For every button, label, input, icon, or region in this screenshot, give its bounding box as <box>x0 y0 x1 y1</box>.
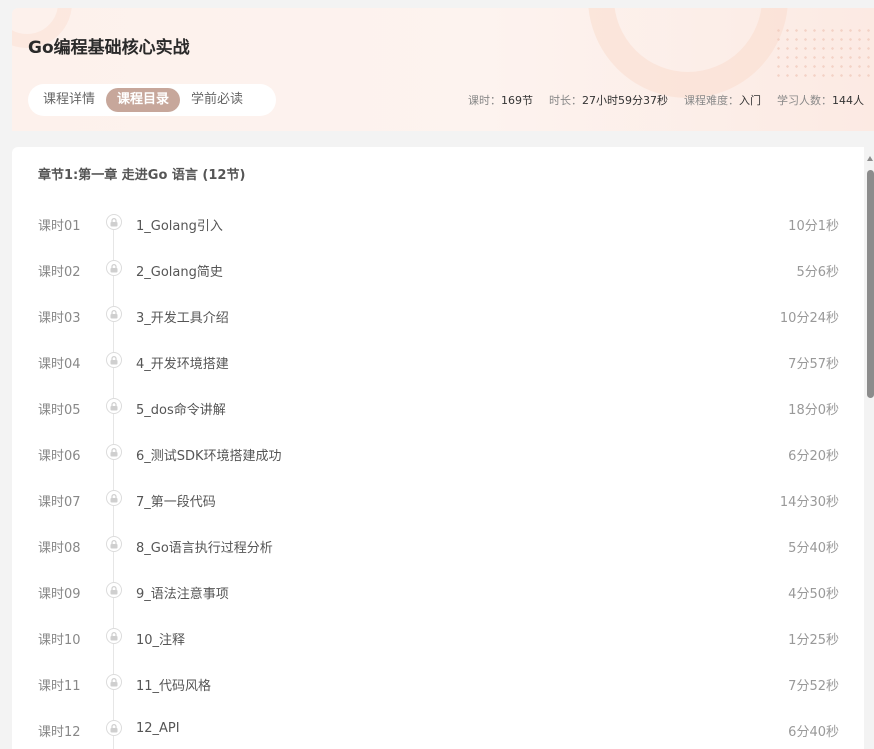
lesson-duration: 7分52秒 <box>788 679 839 694</box>
meta-difficulty: 课程难度：入门 <box>684 94 761 107</box>
lock-icon <box>106 674 122 690</box>
lesson-name[interactable]: 10_注释 <box>136 629 185 648</box>
tab-pre-reading[interactable]: 学前必读 <box>180 88 254 112</box>
lock-icon <box>106 306 122 322</box>
lesson-duration: 10分1秒 <box>788 219 839 234</box>
lesson-row[interactable]: 课时07 7_第一段代码 14分30秒 <box>12 478 864 524</box>
lesson-duration: 4分50秒 <box>788 587 839 602</box>
lock-icon <box>106 490 122 506</box>
lock-icon <box>106 444 122 460</box>
lesson-duration: 6分20秒 <box>788 449 839 464</box>
lesson-duration: 14分30秒 <box>779 495 839 510</box>
course-meta: 课时：169节 时长：27小时59分37秒 课程难度：入门 学习人数：144人 <box>468 92 864 108</box>
chapter-title: 章节1:第一章 走进Go 语言 (12节) <box>38 168 246 183</box>
lesson-index: 课时03 <box>38 311 81 326</box>
lesson-index: 课时06 <box>38 449 81 464</box>
lesson-row[interactable]: 课时05 5_dos命令讲解 18分0秒 <box>12 386 864 432</box>
lesson-row[interactable]: 课时01 1_Golang引入 10分1秒 <box>12 202 864 248</box>
lesson-index: 课时05 <box>38 403 81 418</box>
lesson-index: 课时04 <box>38 357 81 372</box>
lesson-name[interactable]: 8_Go语言执行过程分析 <box>136 537 273 556</box>
lock-icon <box>106 352 122 368</box>
meta-lessons: 课时：169节 <box>468 94 533 107</box>
lesson-duration: 18分0秒 <box>788 403 839 418</box>
lock-icon <box>106 260 122 276</box>
lesson-name[interactable]: 12_API <box>136 721 180 736</box>
lesson-row[interactable]: 课时11 11_代码风格 7分52秒 <box>12 662 864 708</box>
lesson-name[interactable]: 7_第一段代码 <box>136 491 216 510</box>
lesson-name[interactable]: 6_测试SDK环境搭建成功 <box>136 445 282 464</box>
meta-duration: 时长：27小时59分37秒 <box>549 94 668 107</box>
tab-course-catalog[interactable]: 课程目录 <box>106 88 181 112</box>
meta-students: 学习人数：144人 <box>777 94 864 107</box>
lesson-row[interactable]: 课时02 2_Golang简史 5分6秒 <box>12 248 864 294</box>
lesson-duration: 10分24秒 <box>779 311 839 326</box>
lesson-row[interactable]: 课时10 10_注释 1分25秒 <box>12 616 864 662</box>
tab-course-details[interactable]: 课程详情 <box>32 88 106 112</box>
decorative-ring <box>588 8 788 98</box>
lesson-index: 课时09 <box>38 587 81 602</box>
lesson-index: 课时12 <box>38 725 81 740</box>
lock-icon <box>106 628 122 644</box>
decorative-dots <box>774 26 874 82</box>
scroll-up-arrow-icon[interactable] <box>867 156 873 161</box>
lock-icon <box>106 720 122 736</box>
lesson-index: 课时11 <box>38 679 81 694</box>
lesson-duration: 6分40秒 <box>788 725 839 740</box>
lesson-row[interactable]: 课时04 4_开发环境搭建 7分57秒 <box>12 340 864 386</box>
lock-icon <box>106 214 122 230</box>
lesson-row[interactable]: 课时06 6_测试SDK环境搭建成功 6分20秒 <box>12 432 864 478</box>
lesson-name[interactable]: 1_Golang引入 <box>136 215 223 234</box>
lock-icon <box>106 582 122 598</box>
lesson-row[interactable]: 课时09 9_语法注意事项 4分50秒 <box>12 570 864 616</box>
scrollbar-thumb[interactable] <box>867 170 874 398</box>
lesson-name[interactable]: 4_开发环境搭建 <box>136 353 229 372</box>
lesson-index: 课时02 <box>38 265 81 280</box>
lesson-index: 课时08 <box>38 541 81 556</box>
course-title: Go编程基础核心实战 <box>28 38 190 58</box>
lesson-name[interactable]: 2_Golang简史 <box>136 261 223 280</box>
lesson-duration: 7分57秒 <box>788 357 839 372</box>
lesson-name[interactable]: 11_代码风格 <box>136 675 211 694</box>
course-header: Go编程基础核心实战 课程详情 课程目录 学前必读 课时：169节 时长：27小… <box>12 8 874 131</box>
lesson-name[interactable]: 3_开发工具介绍 <box>136 307 229 326</box>
chapter-list: 章节1:第一章 走进Go 语言 (12节) 课时01 1_Golang引入 10分1… <box>12 147 864 749</box>
lesson-name[interactable]: 9_语法注意事项 <box>136 583 229 602</box>
lesson-row[interactable]: 课时03 3_开发工具介绍 10分24秒 <box>12 294 864 340</box>
lesson-duration: 5分6秒 <box>796 265 839 280</box>
lesson-index: 课时10 <box>38 633 81 648</box>
lesson-row[interactable]: 课时12 12_API 6分40秒 <box>12 708 864 749</box>
lock-icon <box>106 398 122 414</box>
lesson-duration: 5分40秒 <box>788 541 839 556</box>
course-tabs: 课程详情 课程目录 学前必读 <box>28 84 276 116</box>
lock-icon <box>106 536 122 552</box>
lesson-row[interactable]: 课时08 8_Go语言执行过程分析 5分40秒 <box>12 524 864 570</box>
lesson-index: 课时01 <box>38 219 81 234</box>
lesson-duration: 1分25秒 <box>788 633 839 648</box>
lesson-index: 课时07 <box>38 495 81 510</box>
lesson-name[interactable]: 5_dos命令讲解 <box>136 399 226 418</box>
